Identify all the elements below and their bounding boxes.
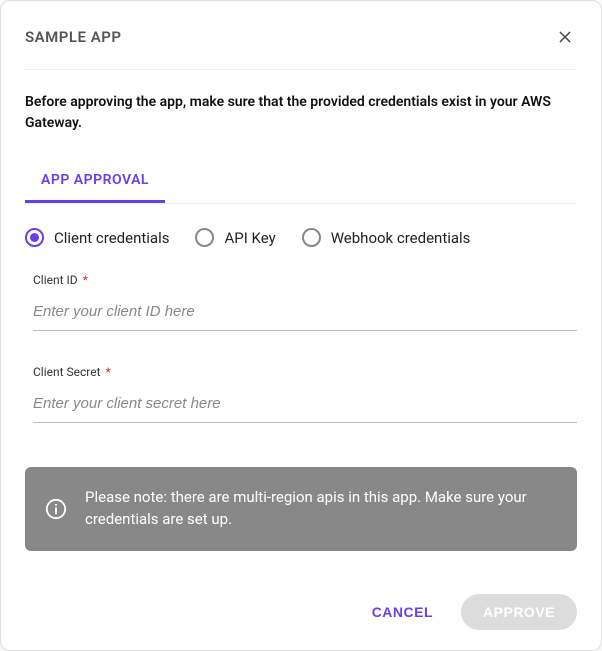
notice-text: Before approving the app, make sure that… [25,92,577,134]
credential-type-radio-group: Client credentials API Key Webhook crede… [25,228,577,247]
tab-app-approval[interactable]: APP APPROVAL [25,162,165,203]
tabs: APP APPROVAL [25,162,577,204]
client-secret-label: Client Secret * [33,365,577,379]
alert-text: Please note: there are multi-region apis… [85,487,557,531]
radio-label: API Key [224,229,275,247]
radio-icon [302,228,321,247]
multi-region-alert: Please note: there are multi-region apis… [25,467,577,551]
approve-app-dialog: SAMPLE APP Before approving the app, mak… [0,0,602,651]
radio-icon [25,228,44,247]
dialog-footer: CANCEL APPROVE [25,574,577,630]
radio-webhook-credentials[interactable]: Webhook credentials [302,228,471,247]
radio-icon [195,228,214,247]
client-id-field: Client ID * [25,273,577,331]
label-text: Client Secret [33,365,101,379]
dialog-title: SAMPLE APP [25,28,121,46]
client-id-label: Client ID * [33,273,577,287]
client-secret-field: Client Secret * [25,365,577,423]
label-text: Client ID [33,273,78,287]
approve-button[interactable]: APPROVE [461,594,577,630]
required-asterisk: * [83,273,88,287]
client-id-input[interactable] [33,293,577,331]
close-icon [557,29,573,45]
info-icon [45,498,67,520]
close-button[interactable] [553,25,577,49]
radio-api-key[interactable]: API Key [195,228,275,247]
radio-client-credentials[interactable]: Client credentials [25,228,169,247]
cancel-button[interactable]: CANCEL [358,594,447,630]
radio-label: Client credentials [54,229,169,247]
client-secret-input[interactable] [33,385,577,423]
required-asterisk: * [106,365,111,379]
radio-label: Webhook credentials [331,229,471,247]
dialog-header: SAMPLE APP [25,25,577,70]
